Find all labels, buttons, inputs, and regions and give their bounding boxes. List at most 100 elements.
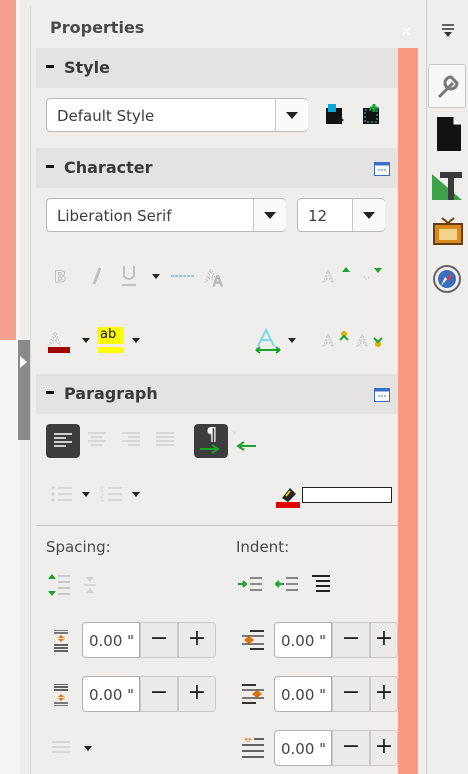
chevron-down-icon <box>286 112 298 119</box>
subscript-icon[interactable]: A <box>356 328 384 352</box>
numbering-icon[interactable]: 123 <box>100 486 122 502</box>
font-size-combo[interactable]: 12 <box>297 198 385 232</box>
sidebar-menu-icon[interactable] <box>440 24 456 38</box>
spacing-below-input[interactable]: 0.00 " <box>82 676 140 712</box>
hanging-indent-icon[interactable] <box>310 574 332 596</box>
paragraph-background-icon[interactable] <box>276 484 300 508</box>
character-spacing-icon[interactable] <box>254 326 282 354</box>
panel-scrollbar[interactable] <box>398 48 418 774</box>
font-color-icon[interactable]: A <box>46 328 72 354</box>
bold-icon[interactable]: B <box>52 266 70 287</box>
gallery-icon[interactable] <box>432 216 464 246</box>
shrink-font-icon[interactable] <box>356 264 384 286</box>
indent-before-increase-button[interactable]: + <box>370 622 398 658</box>
decrease-indent-icon[interactable] <box>274 576 300 594</box>
chevron-down-icon <box>264 212 276 219</box>
right-to-left-icon[interactable]: › <box>232 426 260 456</box>
indent-after-input[interactable]: 0.00 " <box>274 676 332 712</box>
first-line-indent-decrease-button[interactable]: − <box>332 730 370 766</box>
spacing-below-value: 0.00 " <box>89 686 135 704</box>
update-style-icon[interactable] <box>324 102 346 126</box>
align-left-button[interactable] <box>46 424 80 458</box>
arrow-right-icon <box>200 444 220 454</box>
align-center-icon[interactable] <box>88 432 106 448</box>
spacing-below-decrease-button[interactable]: − <box>140 676 178 712</box>
background-color-swatch[interactable] <box>302 487 392 503</box>
spacing-above-increase-button[interactable]: + <box>178 622 216 658</box>
font-size-value: 12 <box>308 207 328 225</box>
font-name-value: Liberation Serif <box>57 207 172 225</box>
increase-indent-icon[interactable] <box>238 576 264 594</box>
first-line-indent-icon[interactable] <box>242 738 264 758</box>
below-spacing-icon[interactable] <box>52 684 70 706</box>
character-spacing-dropdown-icon[interactable] <box>288 338 296 343</box>
underline-icon[interactable] <box>120 264 138 288</box>
svg-text:B: B <box>54 267 66 286</box>
sidebar-collapse-handle[interactable] <box>18 340 30 440</box>
navigator-icon[interactable] <box>432 264 462 294</box>
close-panel-button[interactable]: × <box>400 22 413 40</box>
collapse-minus-icon[interactable] <box>46 165 54 168</box>
align-left-icon <box>54 433 72 447</box>
bullets-dropdown-icon[interactable] <box>82 492 90 497</box>
font-name-dropdown-button[interactable] <box>253 199 286 231</box>
indent-before-value: 0.00 " <box>281 632 327 650</box>
font-name-combo[interactable]: Liberation Serif <box>46 198 286 232</box>
justify-icon[interactable] <box>156 432 174 448</box>
svg-text:›: › <box>232 428 236 439</box>
spacing-below-increase-button[interactable]: + <box>178 676 216 712</box>
more-options-icon[interactable] <box>374 162 390 176</box>
font-color-dropdown-icon[interactable] <box>82 338 90 343</box>
svg-text:A: A <box>357 332 368 350</box>
line-spacing-icon[interactable] <box>50 740 72 756</box>
superscript-icon[interactable]: A <box>322 328 350 352</box>
more-options-icon[interactable] <box>374 388 390 402</box>
shadow-icon[interactable]: AA <box>204 264 230 289</box>
spacing-above-input[interactable]: 0.00 " <box>82 622 140 658</box>
spacing-above-decrease-button[interactable]: − <box>140 622 178 658</box>
numbering-dropdown-icon[interactable] <box>132 492 140 497</box>
character-section-title: Character <box>64 158 153 177</box>
italic-icon[interactable] <box>88 266 106 286</box>
indent-after-value: 0.00 " <box>281 686 327 704</box>
bullets-icon[interactable] <box>50 486 72 502</box>
strikethrough-icon[interactable] <box>170 270 196 282</box>
pilcrow-icon: ¶ <box>206 424 218 445</box>
page-icon[interactable] <box>436 116 462 152</box>
before-text-indent-icon[interactable] <box>242 630 264 650</box>
first-line-indent-increase-button[interactable]: + <box>370 730 398 766</box>
highlight-dropdown-icon[interactable] <box>132 338 140 343</box>
after-text-indent-icon[interactable] <box>242 684 264 704</box>
underline-dropdown-icon[interactable] <box>152 274 160 279</box>
paragraph-style-dropdown-button[interactable] <box>275 99 308 131</box>
decrease-spacing-icon[interactable] <box>82 574 98 596</box>
paragraph-style-combo[interactable]: Default Style <box>46 98 308 132</box>
highlight-color-bar <box>98 347 124 353</box>
indent-after-increase-button[interactable]: + <box>370 676 398 712</box>
tab-properties[interactable] <box>428 64 466 108</box>
section-divider <box>36 525 398 526</box>
svg-text:A: A <box>213 274 223 288</box>
chevron-down-icon <box>363 212 375 219</box>
svg-text:3: 3 <box>100 499 104 502</box>
indent-before-decrease-button[interactable]: − <box>332 622 370 658</box>
spacing-label: Spacing: <box>46 538 111 556</box>
above-spacing-icon[interactable] <box>52 630 70 652</box>
line-spacing-dropdown-icon[interactable] <box>84 746 92 751</box>
collapse-minus-icon[interactable] <box>46 391 54 394</box>
align-right-icon[interactable] <box>122 432 140 448</box>
first-line-indent-input[interactable]: 0.00 " <box>274 730 332 766</box>
document-page-edge <box>0 0 16 340</box>
indent-before-input[interactable]: 0.00 " <box>274 622 332 658</box>
grow-font-icon[interactable]: A <box>322 264 350 286</box>
styles-icon[interactable] <box>430 168 464 202</box>
font-size-dropdown-button[interactable] <box>352 199 385 231</box>
highlighting-color-icon[interactable]: ab <box>98 327 124 353</box>
left-to-right-button[interactable]: ¶ <box>194 424 228 458</box>
collapse-arrow-icon[interactable] <box>20 356 27 368</box>
new-style-icon[interactable] <box>360 102 384 126</box>
indent-after-decrease-button[interactable]: − <box>332 676 370 712</box>
collapse-minus-icon[interactable] <box>46 65 54 68</box>
increase-spacing-icon[interactable] <box>48 574 70 596</box>
panel-title: Properties <box>50 18 145 37</box>
